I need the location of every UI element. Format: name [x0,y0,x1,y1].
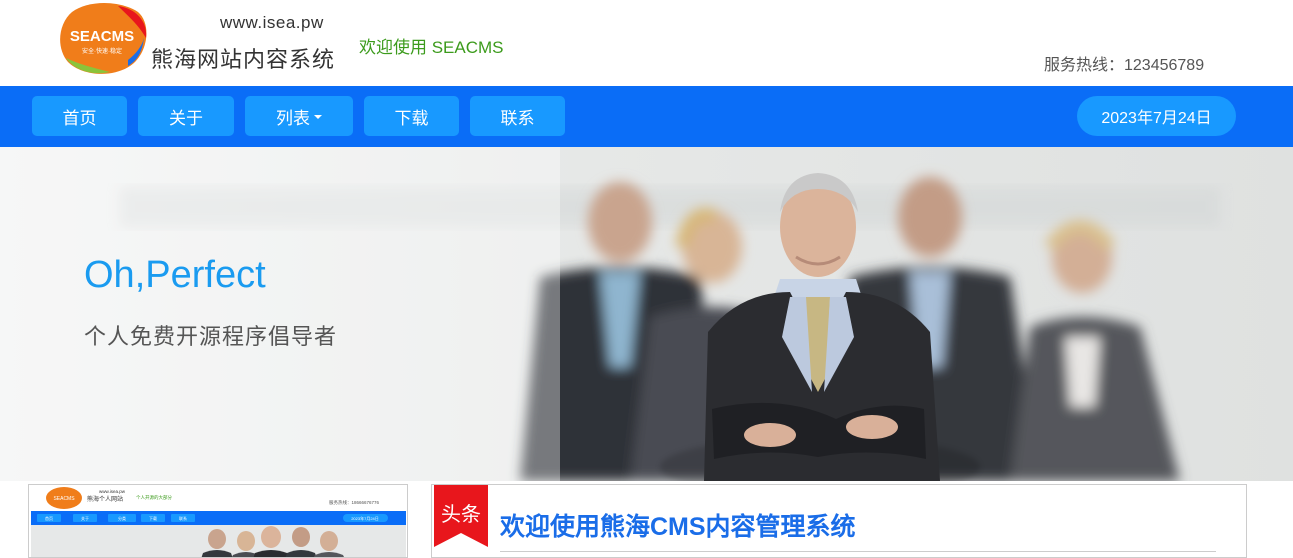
logo-url: www.isea.pw [220,13,324,32]
nav-list-dropdown[interactable]: 列表 [245,96,353,136]
main-nav: 首页 关于 列表 下载 联系 2023年7月24日 [0,86,1293,147]
svg-text:SEACMS: SEACMS [53,496,75,502]
banner-subtitle: 个人免费开源程序倡导者 [84,324,338,349]
svg-text:分类: 分类 [118,515,126,521]
nav-download-label: 下载 [394,108,429,128]
svg-text:SEACMS: SEACMS [70,28,134,45]
nav-list-label: 列表 [276,108,310,128]
svg-text:2023年7月24日: 2023年7月24日 [351,515,379,521]
svg-text:服务热线：18666676776: 服务热线：18666676776 [329,499,380,506]
article-divider [500,551,1216,552]
date-badge: 2023年7月24日 [1077,96,1236,136]
svg-text:关于: 关于 [81,515,89,521]
seacms-logo-icon[interactable]: SEACMS 安全·快速·稳定 [58,2,148,74]
nav-home-label: 首页 [62,108,97,128]
svg-text:首页: 首页 [45,515,53,521]
nav-contact-label: 联系 [500,108,535,128]
nav-about[interactable]: 关于 [138,96,234,136]
article-title-link[interactable]: 欢迎使用熊海CMS内容管理系统 [500,507,856,543]
svg-text:联系: 联系 [179,515,187,521]
business-team-image [0,147,1293,481]
nav-about-label: 关于 [169,108,203,128]
svg-text:下载: 下载 [149,515,157,521]
service-hotline: 服务热线：123456789 [1044,57,1205,74]
nav-download[interactable]: 下载 [364,96,459,136]
site-header: SEACMS 安全·快速·稳定 www.isea.pw 熊海网站内容系统 欢迎使… [0,0,1293,86]
caret-down-icon [314,115,322,119]
svg-text:个人开源的大部分: 个人开源的大部分 [136,494,172,501]
svg-text:安全·快速·稳定: 安全·快速·稳定 [82,47,122,55]
headline-article: 头条 欢迎使用熊海CMS内容管理系统 [431,484,1247,558]
svg-text:熊海个人网站: 熊海个人网站 [87,495,123,503]
article-thumbnail[interactable]: SEACMS www.isea.pw 熊海个人网站 个人开源的大部分 服务热线：… [28,484,408,558]
site-screenshot-image: SEACMS www.isea.pw 熊海个人网站 个人开源的大部分 服务热线：… [31,487,406,557]
nav-home[interactable]: 首页 [32,96,127,136]
headline-badge: 头条 [441,504,481,526]
nav-contact[interactable]: 联系 [470,96,565,136]
hero-banner[interactable]: Oh,Perfect 个人免费开源程序倡导者 [0,147,1293,481]
welcome-text: 欢迎使用 SEACMS [359,38,504,57]
banner-title: Oh,Perfect [84,254,266,296]
svg-text:www.isea.pw: www.isea.pw [99,489,126,494]
site-name: 熊海网站内容系统 [151,47,336,72]
